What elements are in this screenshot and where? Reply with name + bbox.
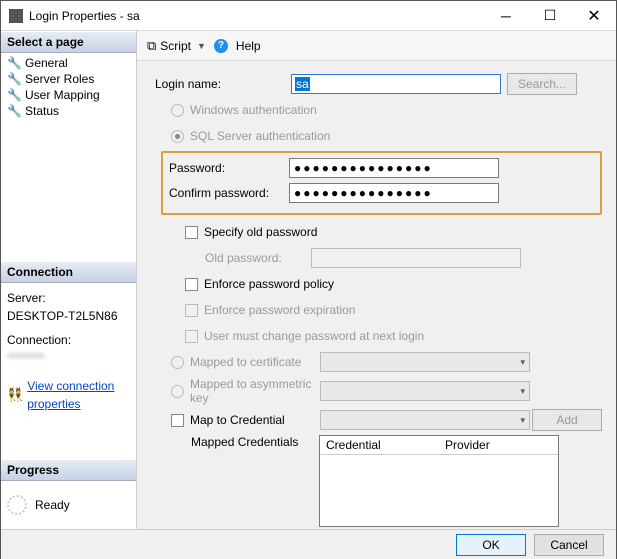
view-connection-properties[interactable]: 👯 View connection properties xyxy=(7,377,130,413)
help-icon: ? xyxy=(214,39,228,53)
search-button: Search... xyxy=(507,73,577,95)
progress-spinner-icon xyxy=(7,495,27,515)
page-general[interactable]: 🔧 General xyxy=(1,55,136,71)
page-label: Server Roles xyxy=(25,72,94,86)
sql-auth-label: SQL Server authentication xyxy=(190,129,330,143)
old-password-label: Old password: xyxy=(151,251,311,265)
connection-panel: Server: DESKTOP-T2L5N86 Connection: ****… xyxy=(1,283,136,419)
ok-button[interactable]: OK xyxy=(456,534,526,556)
progress-panel: Ready xyxy=(1,481,136,529)
windows-auth-radio xyxy=(171,104,184,117)
minimize-button[interactable]: ─ xyxy=(484,1,528,31)
network-icon: 👯 xyxy=(7,385,23,405)
connection-header: Connection xyxy=(1,261,136,283)
confirm-password-label: Confirm password: xyxy=(169,186,289,200)
mapped-cert-label: Mapped to certificate xyxy=(190,355,320,369)
credentials-table[interactable]: Credential Provider xyxy=(319,435,559,527)
page-list: 🔧 General 🔧 Server Roles 🔧 User Mapping … xyxy=(1,53,136,127)
wrench-icon: 🔧 xyxy=(7,72,21,86)
mapped-credentials-label: Mapped Credentials xyxy=(191,435,319,449)
sql-auth-radio xyxy=(171,130,184,143)
page-label: Status xyxy=(25,104,59,118)
confirm-password-input[interactable] xyxy=(289,183,499,203)
script-button[interactable]: Script xyxy=(160,39,191,53)
login-name-value: sa xyxy=(295,77,310,91)
mapped-asym-radio xyxy=(171,385,184,398)
connection-value: ******** xyxy=(7,349,130,367)
connection-label: Connection: xyxy=(7,331,130,349)
specify-old-password-checkbox[interactable] xyxy=(185,226,198,239)
left-pane: Select a page 🔧 General 🔧 Server Roles 🔧… xyxy=(1,31,137,529)
titlebar: Login Properties - sa ─ ☐ ✕ xyxy=(1,1,616,31)
form-area: Login name: sa Search... Windows authent… xyxy=(137,61,616,529)
script-dropdown-icon[interactable]: ▼ xyxy=(197,41,206,51)
provider-column: Provider xyxy=(439,436,558,454)
progress-header: Progress xyxy=(1,459,136,481)
enforce-expiration-checkbox xyxy=(185,304,198,317)
add-button: Add xyxy=(532,409,602,431)
enforce-expiration-label: Enforce password expiration xyxy=(204,303,355,317)
login-name-input[interactable]: sa xyxy=(291,74,501,94)
enforce-policy-checkbox[interactable] xyxy=(185,278,198,291)
wrench-icon: 🔧 xyxy=(7,88,21,102)
page-label: General xyxy=(25,56,68,70)
wrench-icon: 🔧 xyxy=(7,104,21,118)
server-value: DESKTOP-T2L5N86 xyxy=(7,307,130,325)
login-name-label: Login name: xyxy=(151,77,291,91)
map-credential-checkbox[interactable] xyxy=(171,414,184,427)
mapped-cert-radio xyxy=(171,356,184,369)
map-credential-label: Map to Credential xyxy=(190,413,320,427)
mapped-asym-label: Mapped to asymmetric key xyxy=(190,377,320,405)
select-page-header: Select a page xyxy=(1,31,136,53)
mapped-asym-combo: ▾ xyxy=(320,381,530,401)
page-user-mapping[interactable]: 🔧 User Mapping xyxy=(1,87,136,103)
password-label: Password: xyxy=(169,161,289,175)
password-highlight: Password: Confirm password: xyxy=(161,151,602,215)
password-input[interactable] xyxy=(289,158,499,178)
progress-status: Ready xyxy=(35,498,70,512)
maximize-button[interactable]: ☐ xyxy=(528,1,572,31)
map-credential-combo: ▾ xyxy=(320,410,530,430)
help-button[interactable]: Help xyxy=(236,39,261,53)
cancel-button[interactable]: Cancel xyxy=(534,534,604,556)
credential-column: Credential xyxy=(320,436,439,454)
must-change-label: User must change password at next login xyxy=(204,329,424,343)
right-pane: ⧉ Script ▼ ? Help Login name: sa Search.… xyxy=(137,31,616,529)
app-icon xyxy=(9,9,23,23)
view-connection-link[interactable]: View connection properties xyxy=(27,377,130,413)
page-status[interactable]: 🔧 Status xyxy=(1,103,136,119)
must-change-checkbox xyxy=(185,330,198,343)
toolbar: ⧉ Script ▼ ? Help xyxy=(137,31,616,61)
enforce-policy-label: Enforce password policy xyxy=(204,277,334,291)
script-icon: ⧉ xyxy=(147,38,156,54)
old-password-input xyxy=(311,248,521,268)
server-label: Server: xyxy=(7,289,130,307)
close-button[interactable]: ✕ xyxy=(572,1,616,31)
page-label: User Mapping xyxy=(25,88,100,102)
mapped-cert-combo: ▾ xyxy=(320,352,530,372)
page-server-roles[interactable]: 🔧 Server Roles xyxy=(1,71,136,87)
specify-old-password-label: Specify old password xyxy=(204,225,317,239)
window-title: Login Properties - sa xyxy=(29,9,484,23)
windows-auth-label: Windows authentication xyxy=(190,103,317,117)
wrench-icon: 🔧 xyxy=(7,56,21,70)
dialog-footer: OK Cancel xyxy=(1,529,616,559)
